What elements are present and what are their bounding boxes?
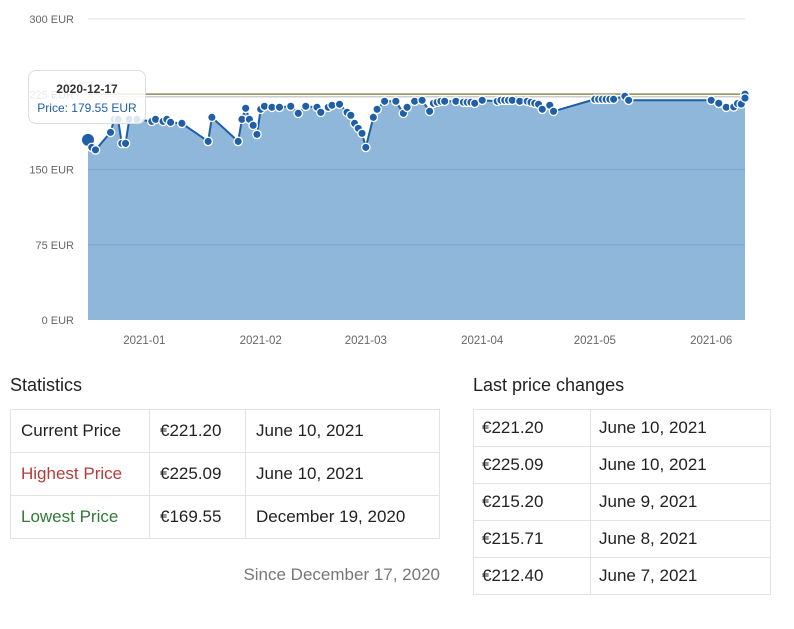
statistics-heading: Statistics <box>10 375 83 395</box>
grid-lines <box>88 18 745 95</box>
change-date: June 10, 2021 <box>590 409 771 447</box>
area-fill <box>88 94 745 320</box>
last-changes-table: €221.20 June 10, 2021 €225.09 June 10, 202… <box>473 409 771 595</box>
stats-price: €169.55 <box>149 495 246 539</box>
change-row: €225.09 June 10, 2021 <box>473 446 771 484</box>
price-point[interactable] <box>240 103 251 114</box>
stats-row-current: Current Price €221.20 June 10, 2021 <box>10 409 440 453</box>
price-history-chart[interactable]: 0 EUR75 EUR150 EUR225 EUR300 EUR 2021-01… <box>0 0 794 360</box>
stats-date: June 10, 2021 <box>245 409 440 453</box>
change-price: €215.71 <box>473 520 591 558</box>
price-point[interactable] <box>402 102 412 113</box>
last-changes-heading: Last price changes <box>473 375 625 395</box>
change-price: €225.09 <box>473 446 591 484</box>
price-point[interactable] <box>177 118 187 129</box>
price-point[interactable] <box>345 110 356 121</box>
y-axis: 0 EUR75 EUR150 EUR225 EUR300 EUR <box>29 14 74 327</box>
price-point[interactable] <box>424 106 435 117</box>
change-date: June 9, 2021 <box>590 483 771 521</box>
stats-date: December 19, 2020 <box>245 495 440 539</box>
change-date: June 7, 2021 <box>590 557 771 595</box>
stats-label: Lowest Price <box>10 495 150 539</box>
price-point[interactable] <box>391 96 401 107</box>
price-point[interactable] <box>379 96 390 107</box>
stats-price: €225.09 <box>149 452 246 496</box>
price-point[interactable] <box>90 145 101 155</box>
y-tick-label: 0 EUR <box>42 315 74 327</box>
x-tick-label: 2021-02 <box>240 335 282 347</box>
price-point[interactable] <box>740 93 750 103</box>
price-point[interactable] <box>105 127 116 138</box>
change-price: €212.40 <box>473 557 591 595</box>
change-date: June 10, 2021 <box>590 446 771 484</box>
y-tick-label: 75 EUR <box>35 240 74 252</box>
price-point[interactable] <box>248 120 259 131</box>
price-point[interactable] <box>252 129 262 140</box>
price-point[interactable] <box>623 95 634 106</box>
chart-tooltip: 2020-12-17 Price: 179.55 EUR <box>28 70 146 124</box>
price-point[interactable] <box>372 104 382 115</box>
price-point[interactable] <box>233 136 244 147</box>
since-date: Since December 17, 2020 <box>243 565 440 584</box>
price-point[interactable] <box>165 117 176 128</box>
price-point[interactable] <box>285 101 296 112</box>
price-point[interactable] <box>274 102 285 113</box>
y-tick-label: 150 EUR <box>29 165 74 177</box>
price-point[interactable] <box>203 136 213 147</box>
price-point[interactable] <box>207 112 217 123</box>
price-point[interactable] <box>608 94 619 105</box>
change-price: €215.20 <box>473 483 591 521</box>
x-tick-label: 2021-03 <box>345 335 387 347</box>
stats-label: Highest Price <box>10 452 150 496</box>
price-point[interactable] <box>300 101 311 112</box>
price-point[interactable] <box>334 99 345 110</box>
price-area <box>88 94 745 320</box>
reference-lines <box>88 93 745 98</box>
change-date: June 8, 2021 <box>590 520 771 558</box>
stats-price: €221.20 <box>149 409 246 453</box>
price-point[interactable] <box>120 138 131 149</box>
change-price: €221.20 <box>473 409 591 447</box>
x-tick-label: 2021-01 <box>123 335 165 347</box>
price-point[interactable] <box>360 142 371 153</box>
x-tick-label: 2021-06 <box>690 335 732 347</box>
price-point[interactable] <box>417 95 427 106</box>
price-point[interactable] <box>368 112 379 123</box>
price-point[interactable] <box>477 95 488 106</box>
x-tick-label: 2021-05 <box>574 335 616 347</box>
tooltip-price: Price: 179.55 EUR <box>37 101 137 115</box>
change-row: €221.20 June 10, 2021 <box>473 409 771 447</box>
price-point[interactable] <box>315 107 326 118</box>
tooltip-date: 2020-12-17 <box>56 82 118 96</box>
price-point[interactable] <box>357 128 367 139</box>
stats-date: June 10, 2021 <box>245 452 440 496</box>
change-row: €215.71 June 8, 2021 <box>473 520 771 558</box>
x-tick-label: 2021-04 <box>461 335 504 347</box>
x-axis: 2021-01 2021-02 2021-03 2021-04 2021-05 2021-… <box>123 335 732 347</box>
y-tick-label: 300 EUR <box>29 14 74 26</box>
statistics-table: Current Price €221.20 June 10, 2021 High… <box>10 409 440 539</box>
change-row: €215.20 June 9, 2021 <box>473 483 771 521</box>
price-point[interactable] <box>548 106 559 117</box>
price-point[interactable] <box>293 108 304 119</box>
price-point[interactable] <box>439 96 450 107</box>
change-row: €212.40 June 7, 2021 <box>473 557 771 595</box>
stats-row-highest: Highest Price €225.09 June 10, 2021 <box>10 452 440 496</box>
stats-label: Current Price <box>10 409 150 453</box>
stats-row-lowest: Lowest Price €169.55 December 19, 2020 <box>10 495 440 539</box>
